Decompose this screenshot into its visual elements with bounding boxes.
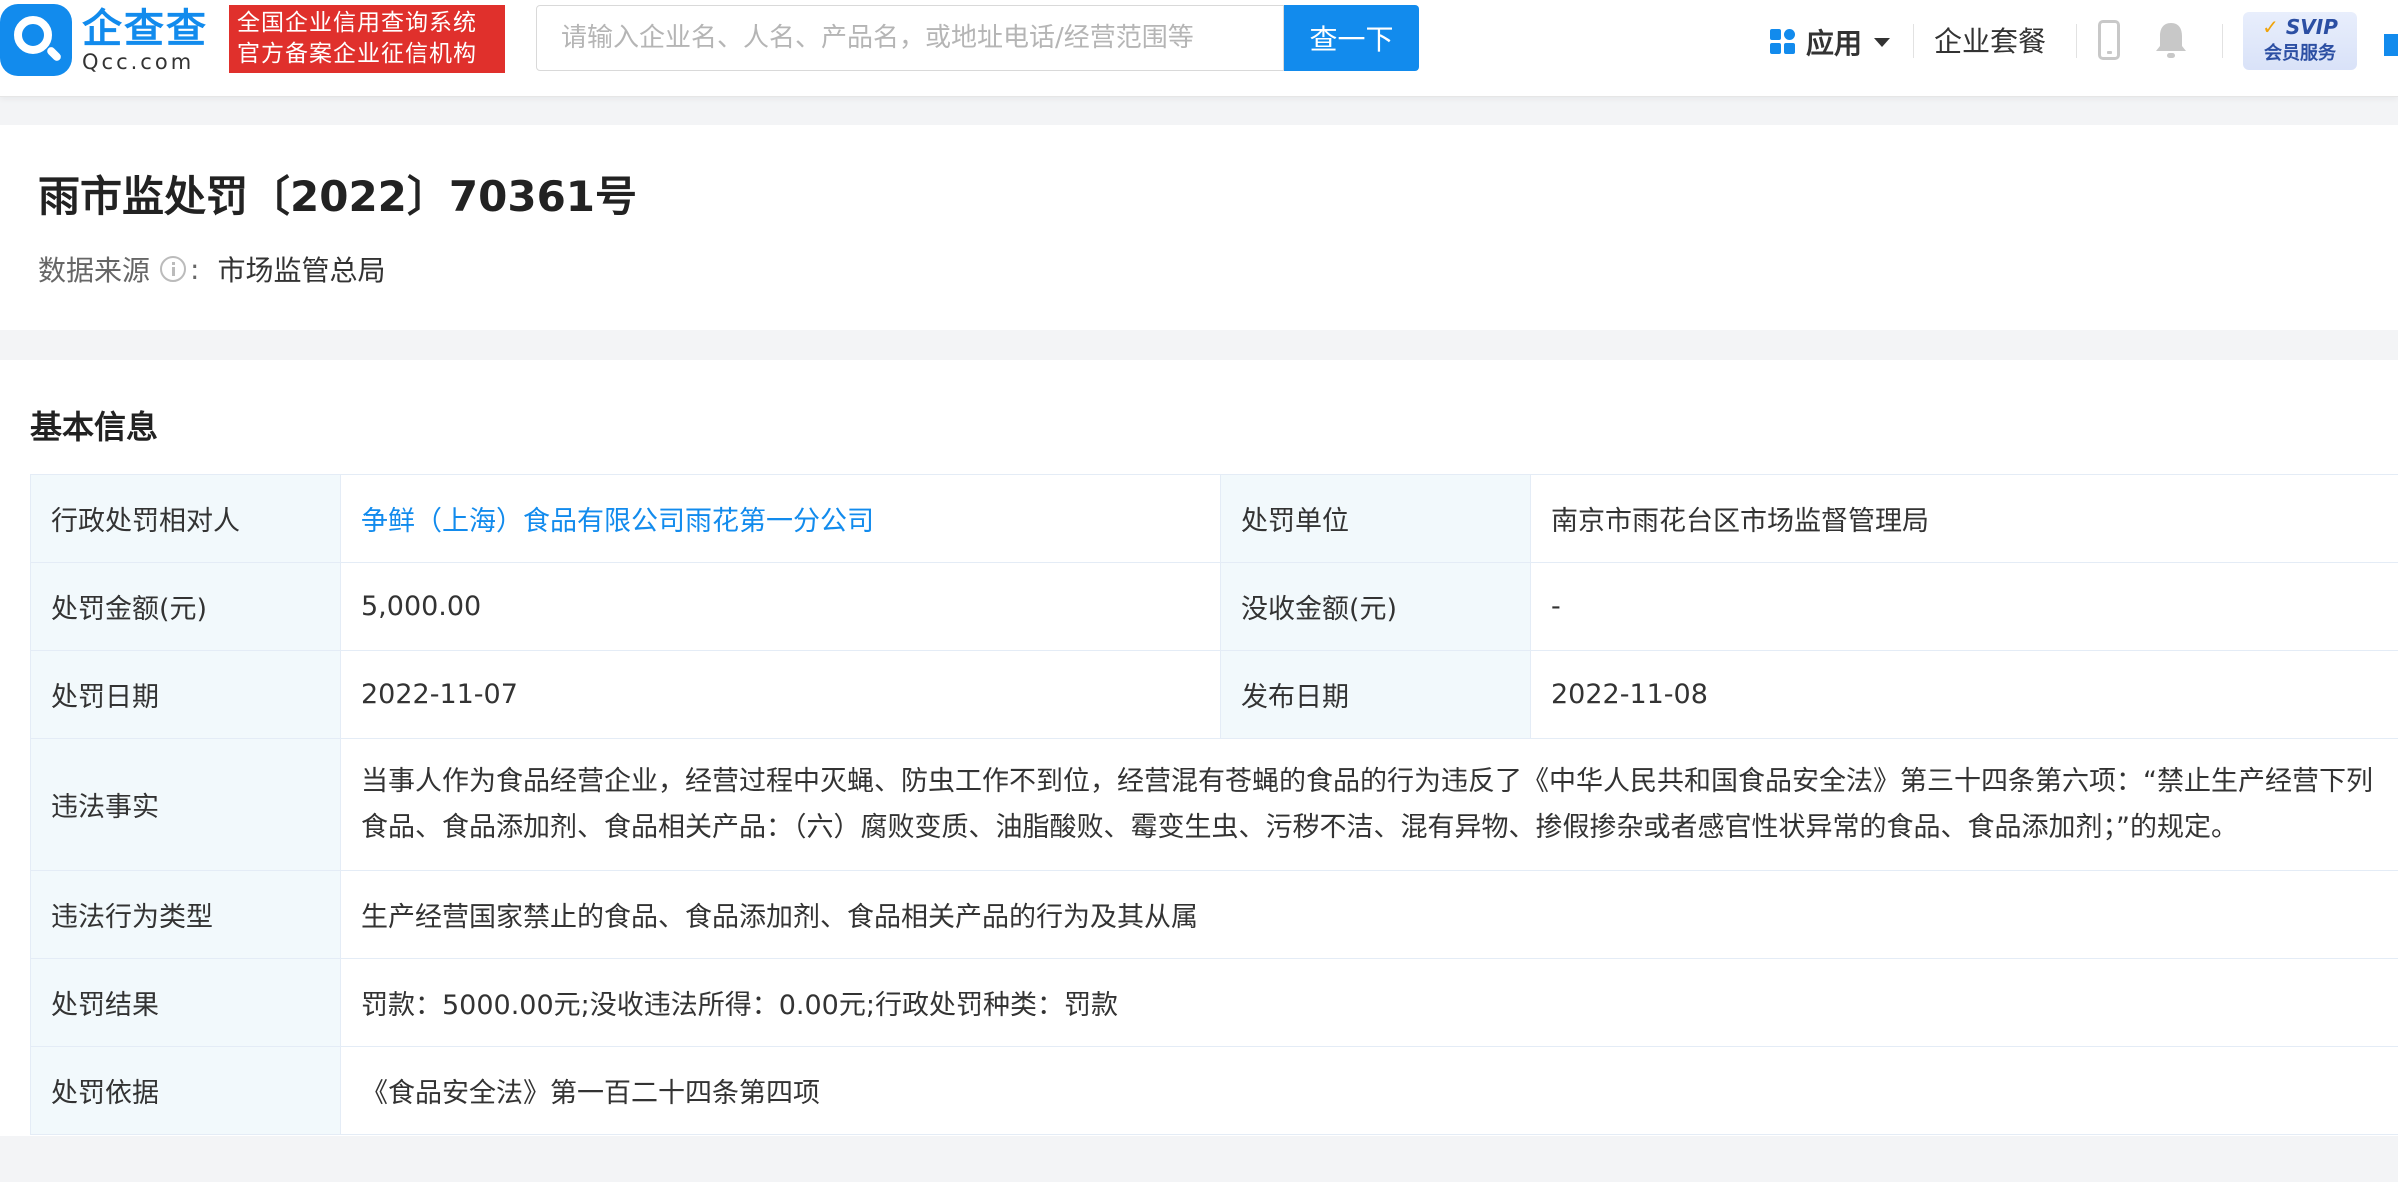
svip-label: SVIP — [2285, 15, 2338, 39]
date-label: 处罚日期 — [30, 650, 341, 739]
type-label: 违法行为类型 — [30, 870, 341, 959]
nav-divider — [2076, 24, 2077, 58]
table-row: 处罚日期 2022-11-07 发布日期 2022-11-08 — [30, 650, 2398, 739]
basic-info-table: 行政处罚相对人 争鲜（上海）食品有限公司雨花第一分公司 处罚单位 南京市雨花台区… — [30, 474, 2398, 1135]
unit-value: 南京市雨花台区市场监督管理局 — [1530, 474, 2398, 563]
badge-line-1: 全国企业信用查询系统 — [237, 10, 477, 36]
logo-chinese-name: 企查查 — [82, 6, 208, 52]
publish-label: 发布日期 — [1220, 650, 1531, 739]
search-input[interactable] — [537, 6, 1283, 70]
unit-label: 处罚单位 — [1220, 474, 1531, 563]
table-row: 处罚结果 罚款：5000.00元;没收违法所得：0.00元;行政处罚种类：罚款 — [30, 958, 2398, 1047]
confiscation-label: 没收金额(元) — [1220, 562, 1531, 651]
apps-menu[interactable]: 应用 — [1770, 22, 1891, 62]
table-row: 违法行为类型 生产经营国家禁止的食品、食品添加剂、食品相关产品的行为及其从属 — [30, 870, 2398, 959]
crown-icon: ✓ — [2262, 15, 2279, 39]
fine-label: 处罚金额(元) — [30, 562, 341, 651]
section-title: 基本信息 — [30, 408, 159, 446]
search-button[interactable]: 查一下 — [1284, 5, 1419, 71]
publish-value: 2022-11-08 — [1530, 650, 2398, 739]
party-company-link[interactable]: 争鲜（上海）食品有限公司雨花第一分公司 — [361, 506, 874, 537]
nav-divider — [1913, 24, 1914, 58]
basic-info-card: 基本信息 行政处罚相对人 争鲜（上海）食品有限公司雨花第一分公司 处罚单位 南京… — [0, 360, 2398, 1136]
svip-member-button[interactable]: ✓ SVIP 会员服务 — [2243, 12, 2357, 70]
data-source-row: 数据来源 : 市场监管总局 — [38, 249, 385, 289]
type-value: 生产经营国家禁止的食品、食品添加剂、食品相关产品的行为及其从属 — [340, 870, 2398, 959]
info-icon[interactable] — [160, 256, 187, 282]
source-value: 市场监管总局 — [217, 254, 386, 287]
source-colon: : — [190, 252, 200, 286]
facts-value: 当事人作为食品经营企业，经营过程中灭蝇、防虫工作不到位，经营混有苍蝇的食品的行为… — [340, 738, 2398, 871]
truncated-nav-item[interactable] — [2384, 34, 2398, 56]
logo-magnifier-icon — [0, 4, 72, 76]
result-label: 处罚结果 — [30, 958, 341, 1047]
facts-label: 违法事实 — [30, 738, 341, 871]
source-label: 数据来源 — [38, 254, 151, 287]
badge-line-2: 官方备案企业征信机构 — [237, 41, 477, 67]
table-row: 处罚金额(元) 5,000.00 没收金额(元) - — [30, 562, 2398, 651]
apps-grid-icon — [1770, 29, 1796, 55]
result-value: 罚款：5000.00元;没收违法所得：0.00元;行政处罚种类：罚款 — [340, 958, 2398, 1047]
table-row: 违法事实 当事人作为食品经营企业，经营过程中灭蝇、防虫工作不到位，经营混有苍蝇的… — [30, 738, 2398, 871]
record-title-card: 雨市监处罚〔2022〕70361号 数据来源 : 市场监管总局 — [0, 125, 2398, 330]
fine-value: 5,000.00 — [340, 562, 1221, 651]
table-row: 处罚依据 《食品安全法》第一百二十四条第四项 — [30, 1046, 2398, 1135]
apps-label: 应用 — [1806, 27, 1863, 60]
basis-value: 《食品安全法》第一百二十四条第四项 — [340, 1046, 2398, 1135]
confiscation-value: - — [1530, 562, 2398, 651]
chevron-down-icon — [1874, 37, 1891, 47]
date-value: 2022-11-07 — [340, 650, 1221, 739]
top-header: 企查查 Qcc.com 全国企业信用查询系统 官方备案企业征信机构 查一下 应用… — [0, 0, 2398, 97]
notification-bell-icon[interactable] — [2154, 20, 2188, 60]
nav-divider — [2222, 24, 2223, 58]
search-box — [536, 5, 1284, 71]
party-label: 行政处罚相对人 — [30, 474, 341, 563]
party-cell: 争鲜（上海）食品有限公司雨花第一分公司 — [340, 474, 1221, 563]
logo-domain: Qcc.com — [82, 50, 195, 74]
enterprise-plan-link[interactable]: 企业套餐 — [1934, 22, 2046, 62]
official-badge: 全国企业信用查询系统 官方备案企业征信机构 — [229, 5, 505, 73]
page-title: 雨市监处罚〔2022〕70361号 — [38, 172, 638, 221]
site-logo[interactable]: 企查查 Qcc.com — [0, 4, 212, 76]
table-row: 行政处罚相对人 争鲜（上海）食品有限公司雨花第一分公司 处罚单位 南京市雨花台区… — [30, 474, 2398, 563]
svip-sub-label: 会员服务 — [2264, 43, 2336, 64]
basis-label: 处罚依据 — [30, 1046, 341, 1135]
mobile-app-icon[interactable] — [2098, 20, 2120, 60]
